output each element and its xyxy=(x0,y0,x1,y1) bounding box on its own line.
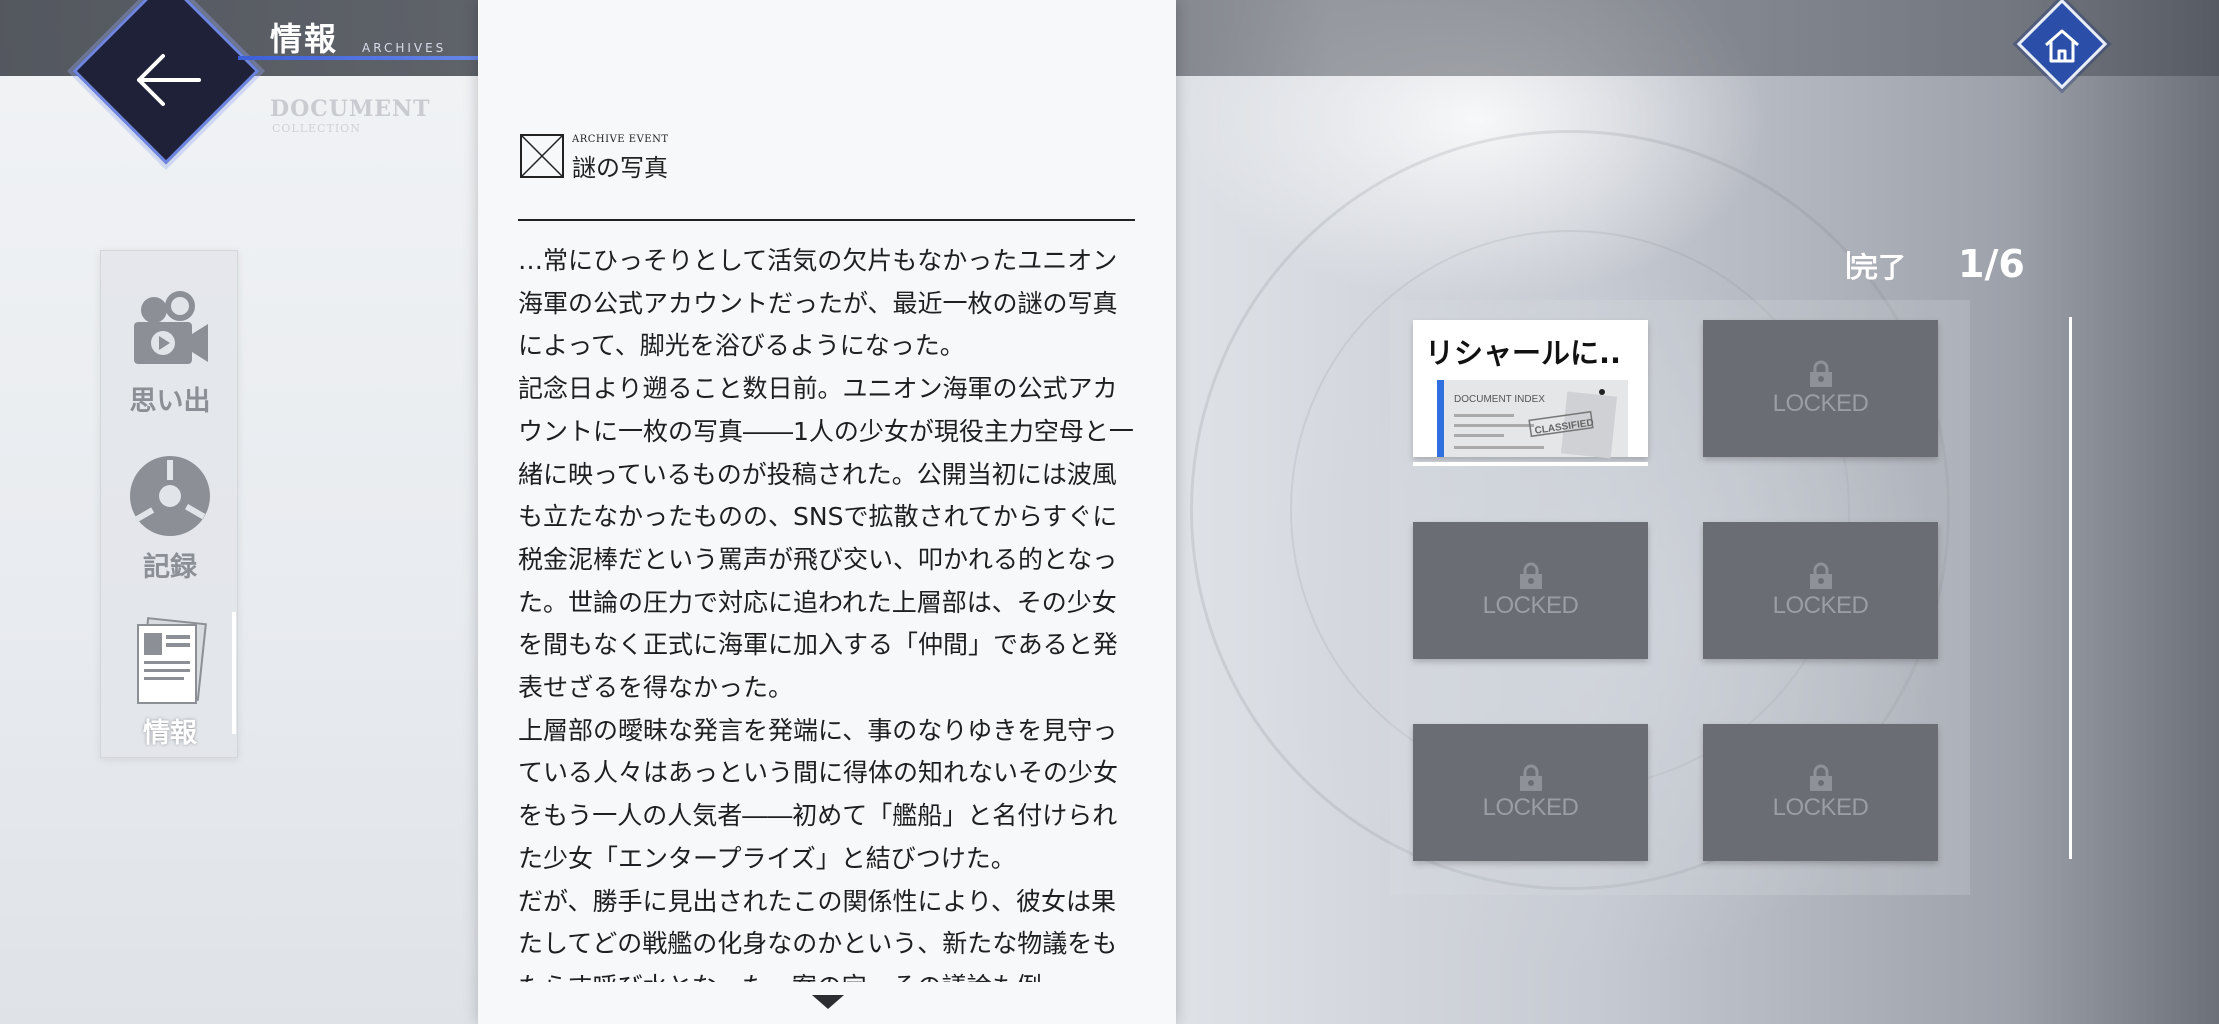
camera-icon xyxy=(127,287,213,373)
document-body[interactable]: …常にひっそりとして活気の欠片もなかったユニオン海軍の公式アカウントだったが、最… xyxy=(518,240,1138,982)
record-disc-icon xyxy=(127,453,213,539)
entry-title: リシャールに.. xyxy=(1425,336,1622,370)
category-info[interactable]: 情報 xyxy=(101,603,239,763)
lock-icon xyxy=(1516,764,1546,792)
category-label: 記録 xyxy=(143,552,197,583)
document-title-rule xyxy=(518,219,1135,221)
lock-icon xyxy=(1806,562,1836,590)
document-paragraph: 上層部の曖昧な発言を発端に、事のなりゆきを見守っている人々はあっという間に得体の… xyxy=(518,715,1119,873)
page-subtitle: ARCHIVES xyxy=(362,41,447,55)
entry-thumbnail: DOCUMENT INDEX CLASSIFIED xyxy=(1437,380,1628,459)
archive-event-icon xyxy=(520,134,564,178)
category-active-indicator xyxy=(232,612,236,734)
progress-label: 完了 xyxy=(1850,251,1907,284)
category-panel: 思い出 記録 情報 xyxy=(100,250,238,758)
lock-icon xyxy=(1806,360,1836,388)
entry-card-locked[interactable]: LOCKED xyxy=(1703,320,1938,457)
page-title: 情報 xyxy=(270,20,339,58)
entries-scroll-track[interactable] xyxy=(2069,317,2072,859)
document-paragraph: …常にひっそりとして活気の欠片もなかったユニオン海軍の公式アカウントだったが、最… xyxy=(518,246,1118,361)
locked-label: LOCKED xyxy=(1772,389,1869,417)
locked-label: LOCKED xyxy=(1482,793,1579,821)
progress-value: 1/6 xyxy=(1958,242,2025,286)
category-label: 情報 xyxy=(143,718,197,749)
document-paragraph: だが、勝手に見出されたこの関係性により、彼女は果たしてどの戦艦の化身なのかという… xyxy=(518,886,1118,982)
document-watermark: DOCUMENT xyxy=(270,96,431,122)
locked-label: LOCKED xyxy=(1772,591,1869,619)
entry-card[interactable]: リシャールに.. DOCUMENT INDEX CLASSIFIED xyxy=(1413,320,1648,459)
category-memories[interactable]: 思い出 xyxy=(101,271,239,431)
lock-icon xyxy=(1516,562,1546,590)
locked-label: LOCKED xyxy=(1482,591,1579,619)
document-paragraph: 記念日より遡ること数日前。ユニオン海軍の公式アカウントに一枚の写真――1人の少女… xyxy=(518,374,1134,703)
entry-thumbnail-title: DOCUMENT INDEX xyxy=(1454,394,1545,405)
scroll-down-icon[interactable] xyxy=(812,995,844,1009)
left-background xyxy=(0,0,478,1024)
document-watermark-sub: COLLECTION xyxy=(272,122,361,135)
entry-selected-underline xyxy=(1413,462,1648,466)
entry-card-locked[interactable]: LOCKED xyxy=(1413,724,1648,861)
lock-icon xyxy=(1806,764,1836,792)
category-records[interactable]: 記録 xyxy=(101,437,239,597)
document-event-label: ARCHIVE EVENT xyxy=(572,134,669,145)
document-icon xyxy=(127,617,213,705)
entry-card-locked[interactable]: LOCKED xyxy=(1703,522,1938,659)
locked-label: LOCKED xyxy=(1772,793,1869,821)
category-label: 思い出 xyxy=(129,386,211,417)
home-icon[interactable] xyxy=(2030,16,2094,76)
document-title: 謎の写真 xyxy=(572,154,668,182)
entry-card-locked[interactable]: LOCKED xyxy=(1703,724,1938,861)
back-arrow-icon[interactable] xyxy=(128,40,208,120)
entry-card-locked[interactable]: LOCKED xyxy=(1413,522,1648,659)
